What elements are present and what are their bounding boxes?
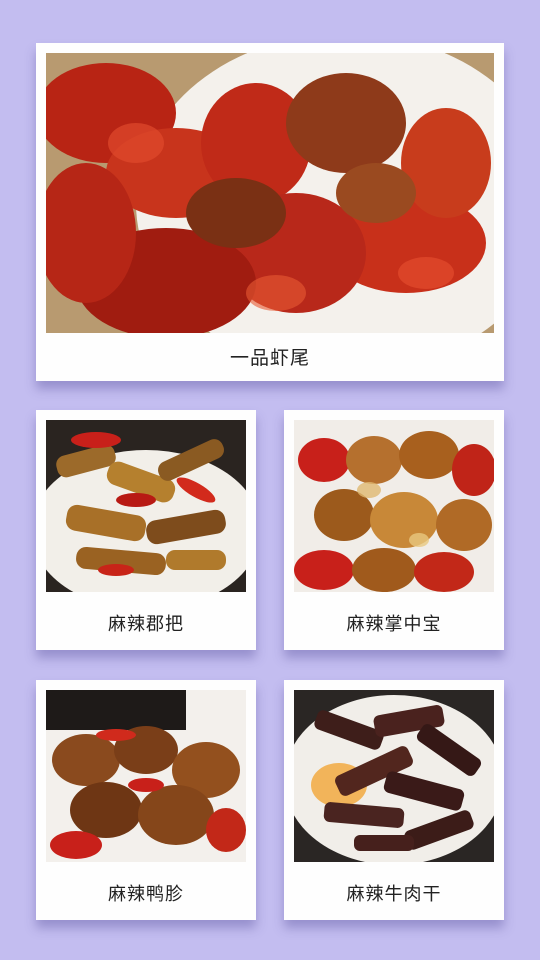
dish-name: 一品虾尾: [229, 347, 310, 369]
dish-name: 麻辣掌中宝: [346, 614, 442, 635]
dish-name: 麻辣鸭胗: [108, 884, 184, 905]
dish-name: 麻辣郡把: [108, 614, 184, 635]
chicken-cartilage-photo: [294, 420, 494, 592]
crayfish-tails-photo: [46, 53, 494, 333]
beef-jerky-photo: [294, 690, 494, 862]
dish-card-beef-jerky[interactable]: 麻辣牛肉干: [284, 680, 504, 920]
dish-name: 麻辣牛肉干: [346, 884, 442, 905]
gizzard-photo: [46, 420, 246, 592]
dish-card-duck-gizzard[interactable]: 麻辣鸭胗: [36, 680, 256, 920]
dish-card-gizzard[interactable]: 麻辣郡把: [36, 410, 256, 650]
dish-card-chicken-cartilage[interactable]: 麻辣掌中宝: [284, 410, 504, 650]
dish-card-crayfish-tails[interactable]: 一品虾尾: [36, 43, 504, 381]
duck-gizzard-photo: [46, 690, 246, 862]
